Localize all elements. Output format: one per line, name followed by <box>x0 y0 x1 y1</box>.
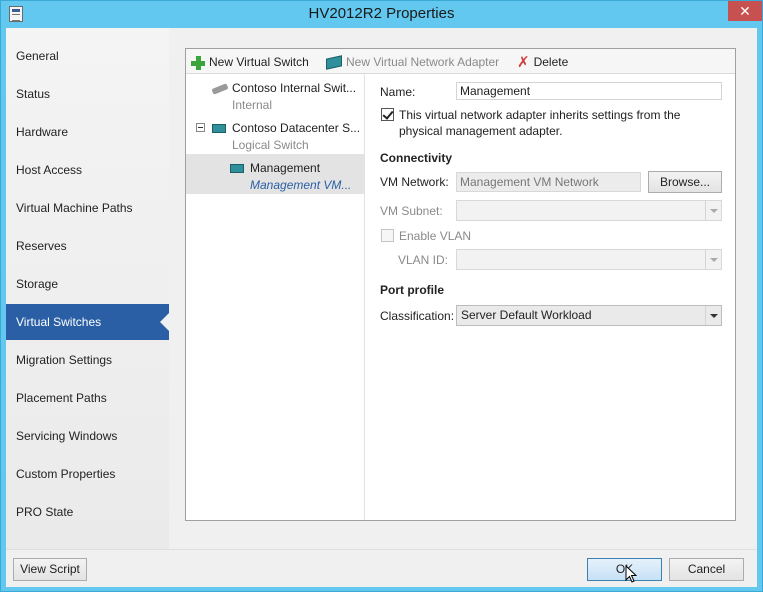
vlan-id-label: VLAN ID: <box>398 253 449 267</box>
tree-node-title: Contoso Internal Swit... <box>232 81 357 95</box>
inherit-settings-checkbox[interactable] <box>381 108 394 121</box>
toolbar: New Virtual Switch New Virtual Network A… <box>186 49 735 74</box>
plus-icon <box>191 55 205 70</box>
sidebar-item-custom-properties[interactable]: Custom Properties <box>6 456 169 492</box>
title-bar[interactable]: HV2012R2 Properties ✕ <box>1 1 762 28</box>
view-script-button[interactable]: View Script <box>13 558 87 581</box>
new-virtual-switch-label: New Virtual Switch <box>209 55 309 69</box>
tree-node-title: Contoso Datacenter S... <box>232 121 361 135</box>
adapter-details: Name: This virtual network adapter inher… <box>366 74 735 520</box>
classification-dropdown[interactable]: Server Default Workload <box>456 305 722 326</box>
sidebar-item-virtual-switches[interactable]: Virtual Switches <box>6 304 169 340</box>
sidebar-item-vm-paths[interactable]: Virtual Machine Paths <box>6 190 169 226</box>
window-title: HV2012R2 Properties <box>308 5 455 22</box>
vm-network-label: VM Network: <box>380 175 449 189</box>
new-virtual-network-adapter-label: New Virtual Network Adapter <box>346 55 500 69</box>
properties-window: HV2012R2 Properties ✕ General Status Har… <box>0 0 763 592</box>
vlan-id-dropdown[interactable] <box>456 249 722 270</box>
enable-vlan-label: Enable VLAN <box>399 229 472 243</box>
port-profile-heading: Port profile <box>380 283 445 297</box>
sidebar-item-host-access[interactable]: Host Access <box>6 152 169 188</box>
chevron-down-icon <box>705 201 721 220</box>
vm-network-field[interactable] <box>456 172 641 192</box>
name-field[interactable] <box>456 82 722 100</box>
dialog-footer: View Script OK Cancel <box>6 549 757 587</box>
sidebar-item-general[interactable]: General <box>6 38 169 74</box>
vm-subnet-dropdown[interactable] <box>456 200 722 221</box>
tree-node-subtitle: Internal <box>232 98 273 112</box>
tree-node-title: Management <box>250 161 321 175</box>
chevron-down-icon <box>705 250 721 269</box>
sidebar-item-migration-settings[interactable]: Migration Settings <box>6 342 169 378</box>
sidebar-item-placement-paths[interactable]: Placement Paths <box>6 380 169 416</box>
tree-node-subtitle: Logical Switch <box>232 138 309 152</box>
switch-icon <box>212 124 226 133</box>
new-virtual-switch-button[interactable]: New Virtual Switch <box>191 53 309 71</box>
browse-button[interactable]: Browse... <box>648 171 722 193</box>
dialog-body: General Status Hardware Host Access Virt… <box>6 28 757 587</box>
connectivity-heading: Connectivity <box>380 151 453 165</box>
cable-icon <box>211 83 229 95</box>
chevron-down-icon <box>705 306 721 325</box>
sidebar-item-storage[interactable]: Storage <box>6 266 169 302</box>
delete-button[interactable]: ✗ Delete <box>517 53 568 71</box>
main-content: New Virtual Switch New Virtual Network A… <box>169 28 757 549</box>
delete-icon: ✗ <box>517 53 530 71</box>
switch-tree: Contoso Internal Swit... Internal Contos… <box>186 74 365 520</box>
network-adapter-icon <box>230 164 244 173</box>
classification-label: Classification: <box>380 309 455 323</box>
sidebar-item-pro-state[interactable]: PRO State <box>6 494 169 530</box>
sidebar-item-servicing-windows[interactable]: Servicing Windows <box>6 418 169 454</box>
tree-node-contoso-internal[interactable]: Contoso Internal Swit... Internal <box>186 74 365 114</box>
tree-node-contoso-datacenter[interactable]: Contoso Datacenter S... Logical Switch <box>186 114 365 154</box>
enable-vlan-checkbox[interactable] <box>381 229 394 242</box>
cancel-button[interactable]: Cancel <box>669 558 744 581</box>
close-button[interactable]: ✕ <box>728 1 762 21</box>
tree-node-management[interactable]: Management Management VM... <box>186 154 365 194</box>
new-virtual-network-adapter-button[interactable]: New Virtual Network Adapter <box>326 53 499 71</box>
sidebar-item-hardware[interactable]: Hardware <box>6 114 169 150</box>
tree-node-subtitle: Management VM... <box>250 178 352 192</box>
classification-value: Server Default Workload <box>461 308 592 322</box>
inherit-settings-text-line2: physical management adapter. <box>399 124 563 138</box>
sidebar-item-reserves[interactable]: Reserves <box>6 228 169 264</box>
inherit-settings-text-line1: This virtual network adapter inherits se… <box>399 108 681 122</box>
network-adapter-icon <box>326 55 342 71</box>
sidebar-item-status[interactable]: Status <box>6 76 169 112</box>
sidebar-nav: General Status Hardware Host Access Virt… <box>6 28 169 549</box>
mouse-cursor-icon <box>625 565 637 583</box>
delete-label: Delete <box>533 55 569 69</box>
name-label: Name: <box>380 85 416 99</box>
collapse-icon[interactable] <box>196 123 205 132</box>
virtual-switches-panel: New Virtual Switch New Virtual Network A… <box>185 48 736 521</box>
vm-subnet-label: VM Subnet: <box>380 204 443 218</box>
